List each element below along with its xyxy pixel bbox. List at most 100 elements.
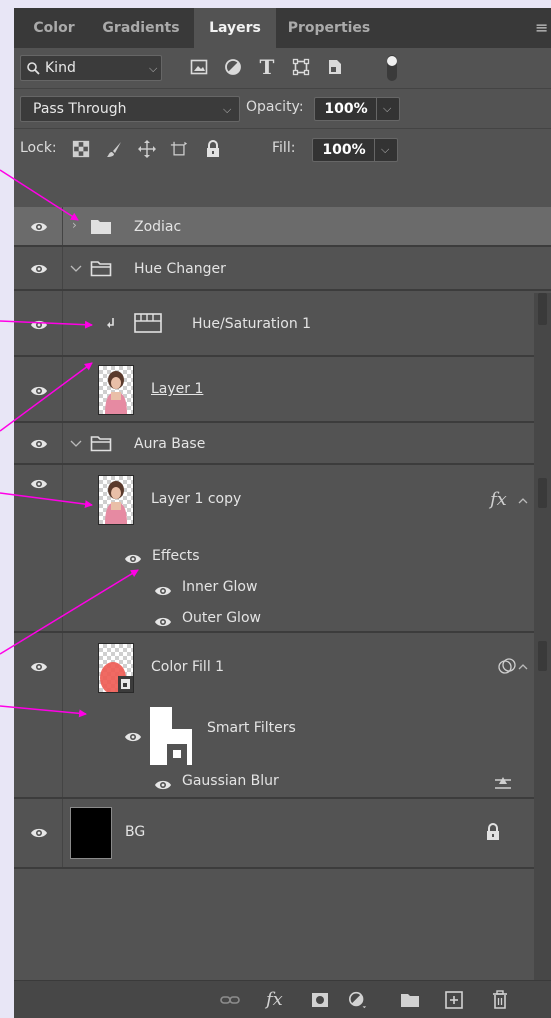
scrollbar-thumb[interactable] [538,293,547,325]
tab-color[interactable]: Color [18,8,90,48]
visibility-toggle[interactable] [14,207,63,245]
visibility-toggle[interactable] [14,423,63,463]
lock-transparent-pixels-icon[interactable] [72,140,90,158]
add-style-icon[interactable]: fx [266,990,286,1010]
layer-thumbnail [98,475,134,525]
eye-icon[interactable] [30,661,48,673]
filter-blending-options-icon[interactable] [494,776,512,792]
add-mask-icon[interactable] [310,990,330,1010]
blending-options-icon[interactable] [498,657,516,675]
filter-row: Kind ⌵ T [14,48,551,88]
layer-row-layer-1[interactable]: Layer 1 [14,357,551,423]
chevron-down-icon: ⌵ [149,62,158,75]
eye-icon[interactable] [154,779,172,791]
shape-filter-icon[interactable] [292,58,310,76]
layer-name: Zodiac [134,219,182,235]
tab-gradients[interactable]: Gradients [92,8,190,48]
visibility-toggle[interactable] [14,357,63,421]
eye-icon[interactable] [154,616,172,628]
smart-filter-collapse-icon[interactable] [518,663,528,670]
effect-inner-glow[interactable]: Inner Glow [182,579,257,595]
chevron-down-icon: ⌵ [383,102,392,115]
lock-all-icon[interactable] [204,140,222,158]
smart-filter-mask-thumbnail[interactable] [150,707,192,765]
type-filter-icon[interactable]: T [258,57,276,77]
layer-name: Aura Base [134,436,206,452]
lock-image-pixels-icon[interactable] [106,140,124,158]
scrollbar[interactable] [534,293,551,980]
delete-icon[interactable] [490,990,510,1010]
effect-outer-glow[interactable]: Outer Glow [182,610,261,626]
panel-menu-icon[interactable]: ≡ [535,18,549,38]
layer-thumbnail [70,807,112,859]
bottom-toolbar: fx [14,980,551,1018]
tab-bar: Color Gradients Layers Properties ≡ [14,8,551,48]
eye-icon[interactable] [30,827,48,839]
layer-row-bg[interactable]: BG [14,799,551,869]
link-layers-icon[interactable] [220,990,240,1010]
fill-field[interactable]: 100% ⌵ [312,138,398,162]
layer-thumbnail [98,643,134,694]
kind-filter-select[interactable]: Kind ⌵ [20,55,162,81]
layer-name: Layer 1 [151,381,204,397]
blend-mode-select[interactable]: Pass Through ⌵ [20,96,240,122]
eye-icon[interactable] [124,731,142,743]
layer-row-color-fill-1[interactable]: Color Fill 1 Smart Filters Gaussian Blur [14,633,551,799]
layer-row-zodiac[interactable]: › Zodiac [14,207,551,247]
eye-icon[interactable] [30,221,48,233]
layer-name: Color Fill 1 [151,659,225,675]
eye-icon[interactable] [154,585,172,597]
lock-icon [487,823,499,840]
eye-icon[interactable] [30,385,48,397]
tab-properties[interactable]: Properties [277,8,381,48]
collapse-chevron-icon[interactable] [70,265,82,273]
blend-mode-value: Pass Through [33,101,127,117]
layer-row-hue-saturation[interactable]: Hue/Saturation 1 [14,291,551,357]
tab-layers[interactable]: Layers [194,8,276,48]
adjustment-icon[interactable] [348,990,368,1010]
eye-icon[interactable] [30,478,48,490]
layer-row-layer-1-copy[interactable]: Layer 1 copy fx Effects Inner Glow Outer… [14,465,551,633]
pixel-layer-filter-icon[interactable] [190,58,208,76]
eye-icon[interactable] [30,263,48,275]
blend-row: Pass Through ⌵ Opacity: 100% ⌵ [14,88,551,129]
visibility-toggle[interactable] [14,465,63,631]
scrollbar-segment [538,641,547,671]
lock-artboard-icon[interactable] [170,140,188,158]
layer-row-aura-base[interactable]: Aura Base [14,423,551,465]
filter-gaussian-blur[interactable]: Gaussian Blur [182,773,279,789]
visibility-toggle[interactable] [14,247,63,289]
visibility-toggle[interactable] [14,291,63,355]
collapse-chevron-icon[interactable] [70,440,82,448]
visibility-toggle[interactable] [14,799,63,867]
expand-chevron-icon[interactable]: › [72,218,77,232]
search-icon [27,62,40,75]
lock-position-icon[interactable] [138,140,156,158]
new-group-icon[interactable] [400,990,420,1010]
color-fill-thumbnail [100,662,133,694]
chevron-down-icon: ⌵ [223,103,232,116]
fill-dropdown[interactable]: ⌵ [374,139,397,161]
eye-icon[interactable] [124,553,142,565]
layer-thumbnail [98,365,134,415]
eye-icon[interactable] [30,438,48,450]
open-folder-icon [90,436,112,452]
visibility-toggle[interactable] [14,633,63,797]
layer-row-hue-changer[interactable]: Hue Changer [14,247,551,291]
layer-name: BG [125,824,146,840]
clipping-mask-icon [107,318,114,328]
filter-toggle-icon[interactable] [386,54,398,82]
kind-filter-label: Kind [45,60,76,76]
opacity-dropdown[interactable]: ⌵ [376,98,399,120]
opacity-field[interactable]: 100% ⌵ [314,97,400,121]
eye-icon[interactable] [30,319,48,331]
adjustment-filter-icon[interactable] [224,58,242,76]
effects-label: Effects [152,548,200,564]
open-folder-icon [90,261,112,277]
smart-object-filter-icon[interactable] [326,58,344,76]
effects-collapse-icon[interactable] [518,497,528,504]
fx-badge[interactable]: fx [490,489,507,510]
hue-saturation-adjustment-icon [134,313,162,333]
new-layer-icon[interactable] [444,990,464,1010]
fill-value: 100% [322,142,366,158]
